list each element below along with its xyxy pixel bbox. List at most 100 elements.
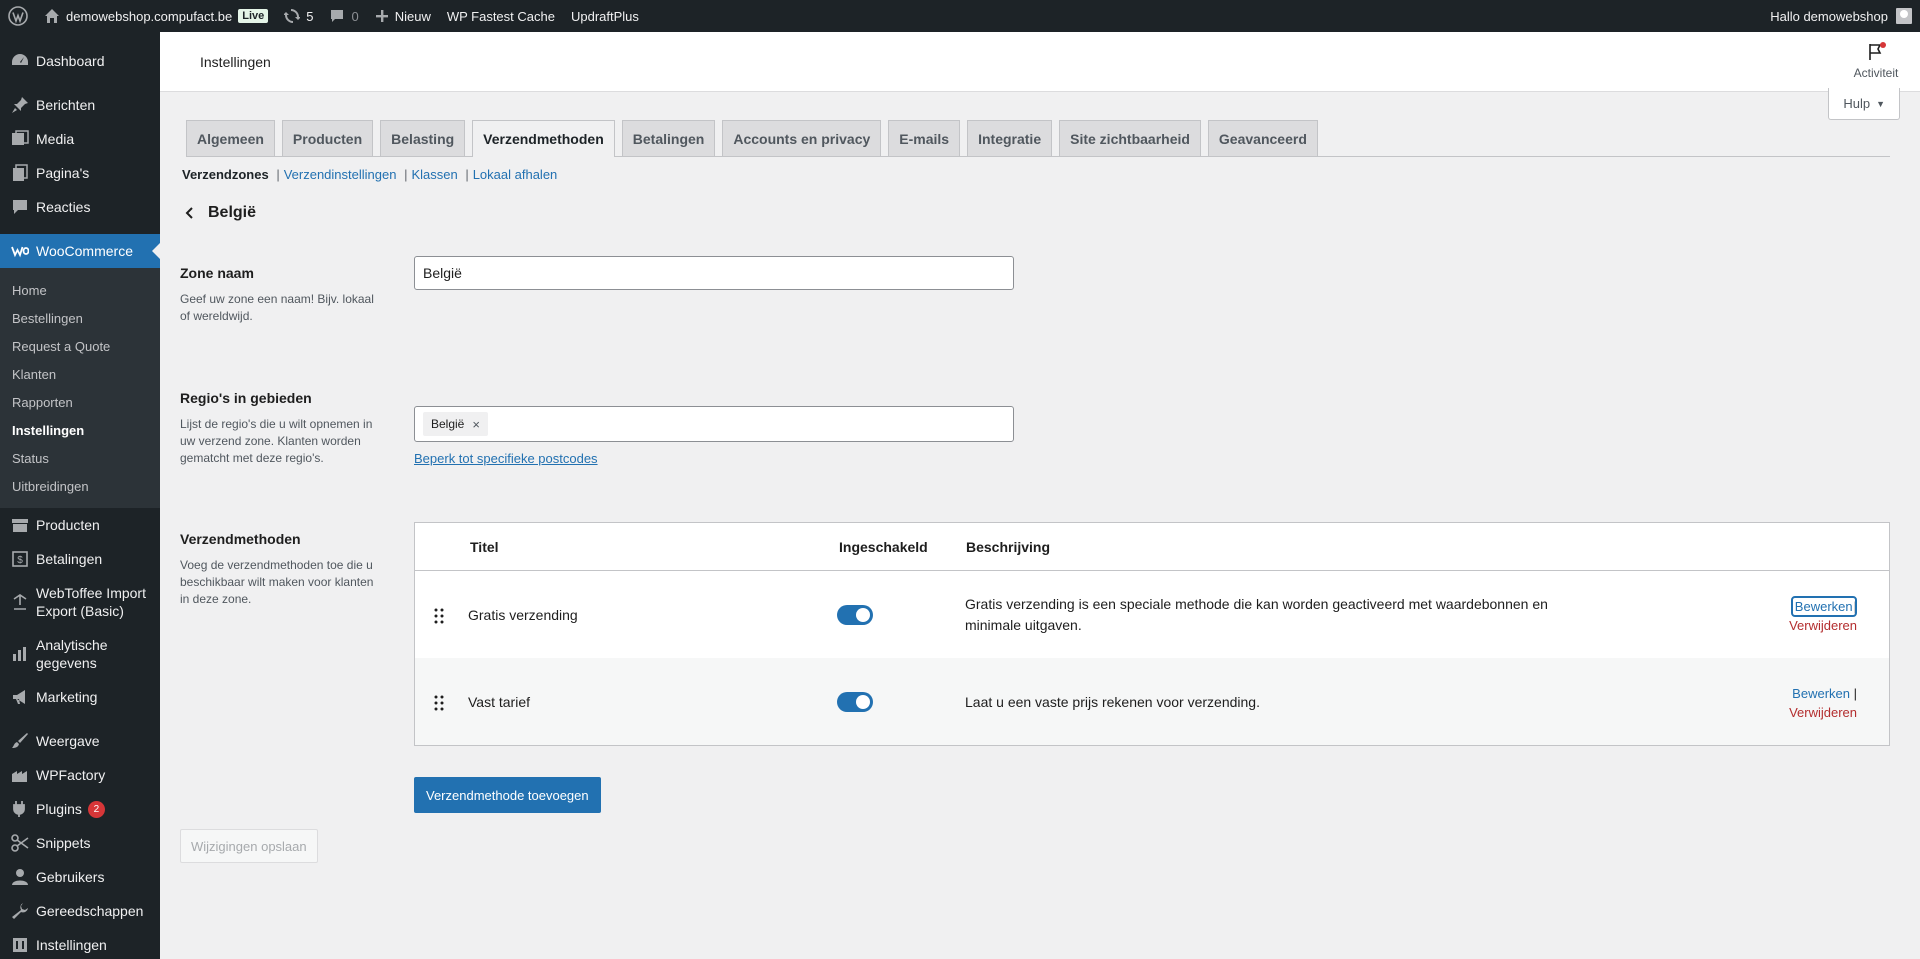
submenu-item-rapporten[interactable]: Rapporten: [0, 388, 160, 416]
subnav-verzendzones[interactable]: Verzendzones: [182, 167, 269, 182]
column-header-ingeschakeld: Ingeschakeld: [839, 539, 928, 555]
caret-down-icon: ▼: [1876, 98, 1885, 109]
comment-icon: [329, 8, 345, 24]
tab-verzendmethoden[interactable]: Verzendmethoden: [472, 120, 615, 157]
remove-region-icon[interactable]: ×: [472, 417, 480, 432]
updraftplus-label: UpdraftPlus: [570, 8, 639, 24]
sidebar-label: Media: [36, 131, 75, 147]
help-button[interactable]: Hulp ▼: [1828, 88, 1900, 120]
save-changes-button[interactable]: Wijzigingen opslaan: [180, 829, 318, 863]
sidebar-item-berichten[interactable]: Berichten: [0, 88, 160, 122]
edit-method-link[interactable]: Bewerken: [1790, 596, 1857, 617]
updraftplus-link[interactable]: UpdraftPlus: [563, 0, 647, 32]
tab-algemeen[interactable]: Algemeen: [186, 120, 275, 156]
sidebar-item-paginas[interactable]: Pagina's: [0, 156, 160, 190]
sidebar-item-weergave[interactable]: Weergave: [0, 724, 160, 758]
sidebar-label: Betalingen: [36, 551, 103, 567]
column-header-titel: Titel: [470, 539, 499, 555]
delete-method-link[interactable]: Verwijderen: [1789, 616, 1857, 635]
live-badge: Live: [238, 9, 269, 23]
submenu-item-bestellingen[interactable]: Bestellingen: [0, 304, 160, 332]
sidebar-label: Plugins: [36, 801, 82, 817]
zone-title-text: België: [208, 204, 257, 221]
method-actions: Bewerken| Verwijderen: [1789, 596, 1857, 635]
megaphone-icon: [10, 687, 30, 707]
wp-fastest-cache-link[interactable]: WP Fastest Cache: [439, 0, 563, 32]
sidebar-item-media[interactable]: Media: [0, 122, 160, 156]
regions-select[interactable]: België ×: [414, 406, 1014, 442]
edit-method-link[interactable]: Bewerken: [1792, 686, 1850, 701]
sidebar-item-plugins[interactable]: Plugins 2: [0, 792, 160, 826]
submenu-item-status[interactable]: Status: [0, 444, 160, 472]
sidebar-item-wpfactory[interactable]: WPFactory: [0, 758, 160, 792]
tab-accounts-en-privacy[interactable]: Accounts en privacy: [722, 120, 882, 156]
sidebar-item-reacties[interactable]: Reacties: [0, 190, 160, 224]
new-content-link[interactable]: Nieuw: [367, 0, 439, 32]
zone-name-label: Zone naam: [180, 265, 254, 281]
submenu-item-home[interactable]: Home: [0, 276, 160, 304]
pin-icon: [10, 95, 30, 115]
submenu-item-uitbreidingen[interactable]: Uitbreidingen: [0, 472, 160, 500]
sidebar-item-webtoffee[interactable]: WebToffee Import Export (Basic): [0, 576, 160, 628]
subnav-lokaal-afhalen[interactable]: Lokaal afhalen: [473, 167, 558, 182]
zone-name-input[interactable]: [414, 256, 1014, 290]
tab-geavanceerd[interactable]: Geavanceerd: [1207, 120, 1318, 156]
wrench-icon: [10, 901, 30, 921]
sidebar-label: Reacties: [36, 199, 91, 215]
method-enabled-toggle[interactable]: [837, 605, 873, 625]
sidebar-item-marketing[interactable]: Marketing: [0, 680, 160, 714]
factory-icon: [10, 765, 30, 785]
sidebar-item-instellingen[interactable]: Instellingen: [0, 928, 160, 959]
subnav-separator: |: [400, 167, 408, 182]
sidebar-label: Dashboard: [36, 53, 105, 69]
tab-betalingen[interactable]: Betalingen: [621, 120, 716, 156]
add-shipping-method-button[interactable]: Verzendmethode toevoegen: [414, 777, 601, 813]
tab-belasting[interactable]: Belasting: [380, 120, 466, 156]
activity-label: Activiteit: [1853, 66, 1899, 80]
column-header-beschrijving: Beschrijving: [966, 539, 1051, 555]
import-export-icon: [10, 592, 30, 612]
action-separator: |: [1853, 599, 1857, 614]
sidebar-item-woocommerce[interactable]: WooCommerce: [0, 234, 160, 268]
page-icon: [10, 163, 30, 183]
tab-site-zichtbaarheid[interactable]: Site zichtbaarheid: [1059, 120, 1201, 156]
sidebar-item-betalingen[interactable]: $ Betalingen: [0, 542, 160, 576]
tab-producten[interactable]: Producten: [281, 120, 374, 156]
delete-method-link[interactable]: Verwijderen: [1789, 703, 1857, 722]
wordpress-logo-icon[interactable]: [0, 0, 36, 32]
comments-count: 0: [351, 8, 359, 24]
greeting[interactable]: Hallo demowebshop: [1770, 9, 1888, 24]
activity-button[interactable]: Activiteit: [1844, 42, 1908, 80]
woocommerce-icon: [10, 241, 30, 261]
sidebar-item-gebruikers[interactable]: Gebruikers: [0, 860, 160, 894]
sidebar-label: Gereedschappen: [36, 903, 144, 919]
submenu-item-request-a-quote[interactable]: Request a Quote: [0, 332, 160, 360]
site-name-link[interactable]: demowebshop.compufact.be Live: [36, 0, 276, 32]
archive-icon: [10, 515, 30, 535]
submenu-item-klanten[interactable]: Klanten: [0, 360, 160, 388]
sidebar-item-snippets[interactable]: Snippets: [0, 826, 160, 860]
page-title: Instellingen: [200, 54, 271, 70]
sidebar-item-dashboard[interactable]: Dashboard: [0, 44, 160, 78]
sidebar-item-analytische-gegevens[interactable]: Analytische gegevens: [0, 628, 160, 680]
sidebar-item-producten[interactable]: Producten: [0, 508, 160, 542]
sidebar-label: Gebruikers: [36, 869, 105, 885]
tab-integratie[interactable]: Integratie: [967, 120, 1053, 156]
method-title: Gratis verzending: [468, 607, 578, 623]
subnav-verzendinstellingen[interactable]: Verzendinstellingen: [284, 167, 397, 182]
submenu-item-instellingen[interactable]: Instellingen: [0, 416, 160, 444]
updates-link[interactable]: 5: [276, 0, 321, 32]
avatar[interactable]: [1896, 8, 1912, 24]
chart-bar-icon: [10, 644, 30, 664]
paintbrush-icon: [10, 731, 30, 751]
chevron-left-icon[interactable]: [182, 205, 198, 221]
subnav-klassen[interactable]: Klassen: [411, 167, 457, 182]
sidebar-item-gereedschappen[interactable]: Gereedschappen: [0, 894, 160, 928]
limit-postcodes-link[interactable]: Beperk tot specifieke postcodes: [414, 451, 598, 466]
method-enabled-toggle[interactable]: [837, 692, 873, 712]
methods-description: Voeg de verzendmethoden toe die u beschi…: [180, 558, 374, 606]
drag-handle-icon[interactable]: [433, 607, 445, 628]
comments-link[interactable]: 0: [321, 0, 366, 32]
drag-handle-icon[interactable]: [433, 694, 445, 715]
tab-e-mails[interactable]: E-mails: [888, 120, 961, 156]
